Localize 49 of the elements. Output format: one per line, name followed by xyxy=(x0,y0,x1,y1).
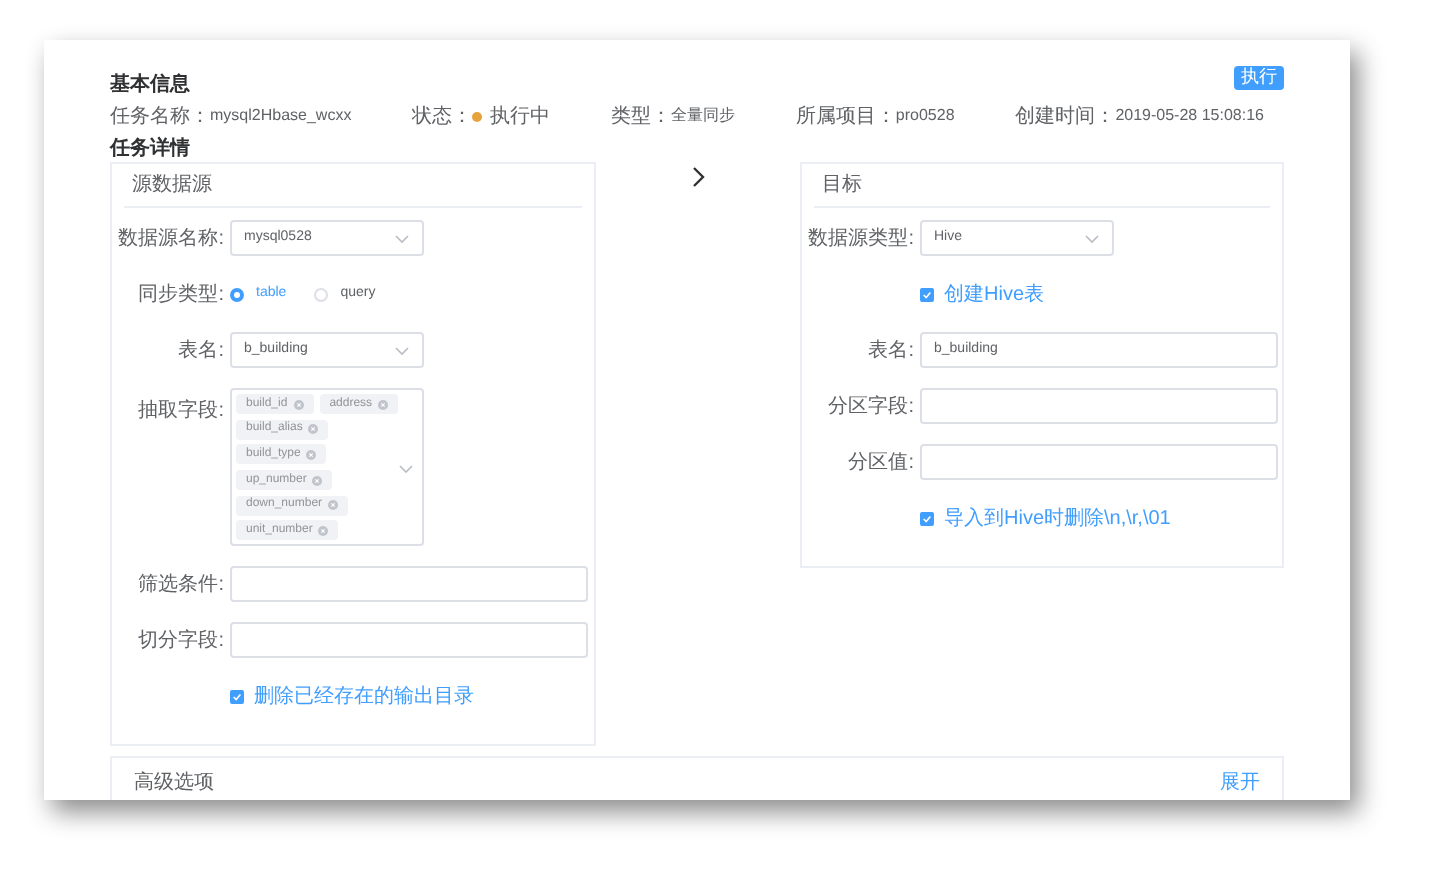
field-label: 筛选条件: xyxy=(136,571,224,599)
close-icon[interactable] xyxy=(312,475,323,486)
input-field[interactable] xyxy=(920,388,1278,424)
close-icon[interactable] xyxy=(308,424,319,435)
section-title: 任务详情 xyxy=(110,134,190,163)
close-icon[interactable] xyxy=(318,525,329,536)
section-title: 基本信息 xyxy=(110,71,190,100)
field-label: 切分字段: xyxy=(136,627,224,655)
check-icon xyxy=(922,513,932,523)
info-label: 类型： xyxy=(611,103,672,131)
checkbox-option[interactable]: 创建Hive表 xyxy=(920,279,1045,309)
chevron-down-icon xyxy=(394,233,410,243)
field-label: 分区值: xyxy=(846,449,914,477)
input-field[interactable] xyxy=(230,566,588,602)
field-label: 数据源类型: xyxy=(806,225,914,253)
input-field[interactable] xyxy=(920,444,1278,480)
info-value: mysql2Hbase_wcxx xyxy=(210,104,352,128)
chevron-down-icon xyxy=(1084,233,1100,243)
info-value: 执行中 xyxy=(490,103,551,131)
chevron-down-icon xyxy=(398,464,414,474)
info-label: 状态： xyxy=(412,103,473,131)
field-label: 同步类型: xyxy=(136,281,224,309)
panel-title: 源数据源 xyxy=(132,172,212,200)
field-label: 分区字段: xyxy=(826,393,914,421)
expand-link[interactable]: 展开 xyxy=(1220,767,1260,797)
field-label: 表名: xyxy=(866,337,914,365)
close-icon[interactable] xyxy=(293,399,304,409)
check-icon xyxy=(232,691,242,701)
panel-title: 目标 xyxy=(822,171,862,200)
close-icon[interactable] xyxy=(306,449,317,460)
info-label: 创建时间： xyxy=(1015,103,1116,131)
chevron-down-icon xyxy=(394,345,410,355)
input-field[interactable] xyxy=(230,622,588,658)
field-label: 数据源名称: xyxy=(116,225,224,253)
advanced-options-title: 高级选项 xyxy=(134,769,214,797)
field-label: 抽取字段: xyxy=(136,397,224,426)
checkbox-option[interactable]: 删除已经存在的输出目录 xyxy=(230,681,474,711)
info-label: 所属项目： xyxy=(795,103,896,131)
check-icon xyxy=(922,289,932,299)
execute-button[interactable]: 执行 xyxy=(1234,66,1284,90)
info-value: pro0528 xyxy=(895,104,955,128)
checkbox-option[interactable]: 导入到Hive时删除\n,\r,\01 xyxy=(920,503,1171,533)
field-label: 表名: xyxy=(176,337,224,365)
close-icon[interactable] xyxy=(378,399,389,409)
chevron-right-icon xyxy=(691,166,705,188)
close-icon[interactable] xyxy=(328,500,339,511)
info-value: 全量同步 xyxy=(671,104,736,128)
info-value: 2019-05-28 15:08:16 xyxy=(1115,104,1264,128)
info-label: 任务名称： xyxy=(110,103,210,131)
